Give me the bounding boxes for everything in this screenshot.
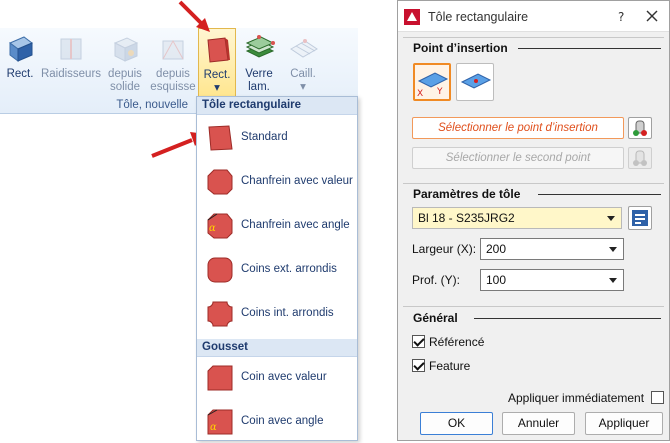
dialog-title: Tôle rectangulaire xyxy=(428,10,529,24)
depth-label: Prof. (Y): xyxy=(412,273,461,287)
menu-item-corner-angle[interactable]: α Coin avec angle xyxy=(197,403,357,443)
laminated-glass-button[interactable]: Verre lam. xyxy=(238,28,280,98)
apply-button[interactable]: Appliquer xyxy=(585,412,663,435)
grating-icon xyxy=(290,39,318,58)
plate-dialog: Tôle rectangulaire ? Point d’insertion X… xyxy=(397,0,670,441)
svg-text:α: α xyxy=(210,422,217,433)
gusset-angle-icon: α xyxy=(207,409,233,435)
catalog-icon xyxy=(632,210,648,226)
app-logo-icon xyxy=(404,9,420,25)
plate-dropdown-menu: Tôle rectangulaire Standard Chanfrein av… xyxy=(196,96,358,441)
section-divider xyxy=(538,194,661,195)
svg-text:α: α xyxy=(209,223,216,234)
dialog-titlebar[interactable]: Tôle rectangulaire ? xyxy=(398,1,669,32)
plate-chamfer-icon xyxy=(207,169,233,195)
menu-item-chamfer-angle[interactable]: α Chanfrein avec angle xyxy=(197,207,357,247)
material-select[interactable]: Bl 18 - S235JRG2 xyxy=(412,207,622,229)
plate-center-icon xyxy=(460,73,492,89)
menu-item-corner-value[interactable]: Coin avec valeur xyxy=(197,359,357,399)
plate-chamfer-angle-icon: α xyxy=(207,213,233,239)
insertion-mode-corner-button[interactable]: X Y xyxy=(413,63,451,101)
svg-text:Y: Y xyxy=(436,87,443,97)
pick-point-icon xyxy=(633,120,647,136)
stiffeners-button[interactable]: Raidisseurs xyxy=(40,28,102,98)
grating-button[interactable]: Caill. ▾ xyxy=(282,28,324,98)
menu-item-rounded-ext[interactable]: Coins ext. arrondis xyxy=(197,251,357,291)
material-catalog-button[interactable] xyxy=(628,206,652,230)
help-icon[interactable]: ? xyxy=(616,10,628,22)
close-icon[interactable] xyxy=(646,10,658,22)
section-divider xyxy=(518,48,661,49)
svg-text:?: ? xyxy=(618,10,624,22)
solid-icon xyxy=(113,37,139,62)
width-value: 200 xyxy=(486,242,507,256)
params-section-title: Paramètres de tôle xyxy=(413,187,525,201)
insertion-mode-center-button[interactable] xyxy=(456,63,494,101)
depth-input[interactable]: 100 xyxy=(480,269,624,291)
chevron-down-icon xyxy=(607,216,615,221)
chevron-down-icon: ▾ xyxy=(214,82,220,94)
referenced-checkbox[interactable] xyxy=(412,335,425,348)
plate-corner-icon: X Y xyxy=(417,72,449,99)
red-plate-icon xyxy=(207,37,230,63)
pick-point-icon xyxy=(633,150,647,166)
rect-plate-button[interactable]: Rect. xyxy=(0,28,40,98)
rect-plate-dropdown-button[interactable]: Rect. ▾ xyxy=(198,28,236,98)
chevron-down-icon xyxy=(609,278,617,283)
insertion-section-title: Point d’insertion xyxy=(413,41,512,55)
width-label: Largeur (X): xyxy=(412,242,477,256)
material-value: Bl 18 - S235JRG2 xyxy=(418,211,515,225)
menu-item-chamfer-value[interactable]: Chanfrein avec valeur xyxy=(197,163,357,203)
glass-layers-icon xyxy=(245,35,275,58)
from-sketch-button[interactable]: depuis esquisse xyxy=(148,28,198,98)
plate-standard-icon xyxy=(208,125,233,151)
apply-immediately-label: Appliquer immédiatement xyxy=(508,391,645,405)
stiffener-icon xyxy=(60,38,82,60)
plate-3d-icon xyxy=(9,36,33,62)
from-solid-button[interactable]: depuis solide xyxy=(102,28,148,98)
chevron-down-icon xyxy=(609,247,617,252)
cancel-button[interactable]: Annuler xyxy=(502,412,575,435)
menu-section-gusset: Gousset xyxy=(197,339,357,357)
menu-section-rect-plate: Tôle rectangulaire xyxy=(197,97,357,115)
red-arrow-icon xyxy=(178,0,210,32)
gusset-icon xyxy=(207,365,233,391)
svg-text:X: X xyxy=(417,89,423,99)
ok-button[interactable]: OK xyxy=(420,412,493,435)
feature-checkbox[interactable] xyxy=(412,359,425,372)
plate-inner-rounded-icon xyxy=(207,301,233,327)
menu-item-standard[interactable]: Standard xyxy=(197,119,357,159)
depth-value: 100 xyxy=(486,273,507,287)
select-insertion-point-button[interactable]: Sélectionner le point d’insertion xyxy=(412,117,624,139)
plate-rounded-icon xyxy=(207,257,233,283)
apply-immediately-checkbox[interactable] xyxy=(651,391,664,404)
referenced-label: Référencé xyxy=(429,335,485,349)
menu-item-rounded-int[interactable]: Coins int. arrondis xyxy=(197,295,357,335)
pick-point-button[interactable] xyxy=(628,117,652,139)
feature-label: Feature xyxy=(429,359,471,373)
pick-second-point-button[interactable] xyxy=(628,147,652,169)
width-input[interactable]: 200 xyxy=(480,238,624,260)
section-divider xyxy=(474,318,661,319)
sketch-icon xyxy=(162,39,184,60)
select-second-point-button[interactable]: Sélectionner le second point xyxy=(412,147,624,169)
general-section-title: Général xyxy=(413,311,462,325)
